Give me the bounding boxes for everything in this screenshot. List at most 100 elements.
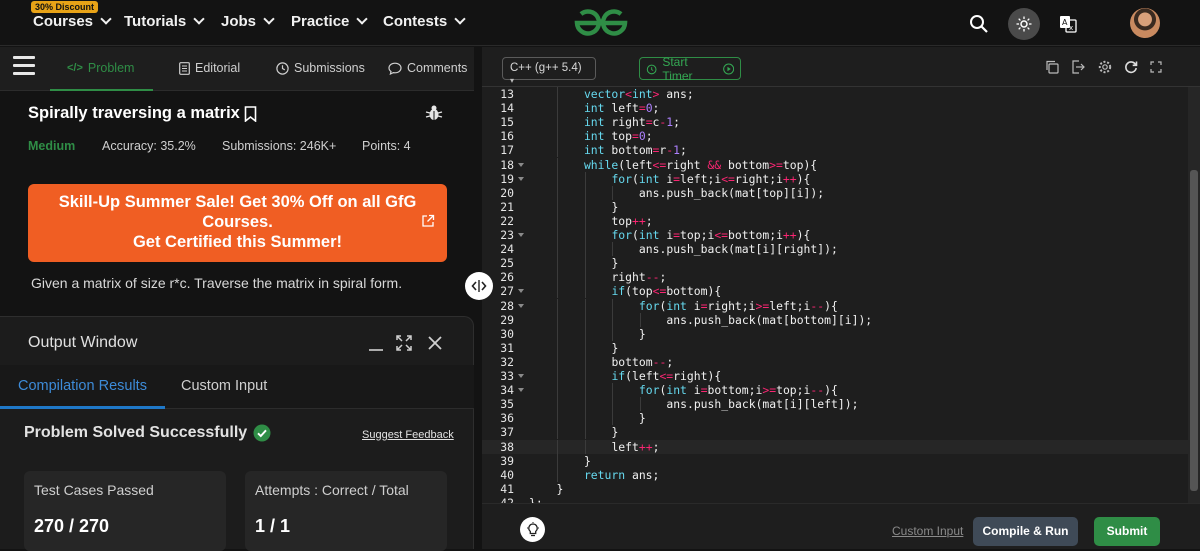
- code-line[interactable]: 14 int left=0;: [482, 101, 1188, 116]
- promo-banner[interactable]: Skill-Up Summer Sale! Get 30% Off on all…: [28, 184, 447, 262]
- code-line[interactable]: 18 while(left<=right && bottom>=top){: [482, 157, 1188, 172]
- suggest-feedback-link[interactable]: Suggest Feedback: [362, 429, 454, 441]
- bookmark-icon[interactable]: [244, 105, 257, 122]
- code-line[interactable]: 24 ans.push_back(mat[i][right]);: [482, 242, 1188, 257]
- tab-compilation-results[interactable]: Compilation Results: [18, 378, 147, 394]
- search-icon[interactable]: [963, 8, 995, 40]
- code-line[interactable]: 20 ans.push_back(mat[top][i]);: [482, 185, 1188, 200]
- code-line[interactable]: 21}: [482, 199, 1188, 214]
- attempts-card: Attempts : Correct / Total 1 / 1: [245, 471, 447, 551]
- indent-guide: [584, 199, 586, 214]
- avatar[interactable]: [1130, 8, 1160, 38]
- code-line[interactable]: 35 ans.push_back(mat[i][left]);: [482, 397, 1188, 412]
- tab-problem[interactable]: </> Problem: [67, 61, 134, 75]
- code-text: int bottom=r-1;: [583, 143, 687, 158]
- code-line[interactable]: 22 top++;: [482, 213, 1188, 228]
- theme-toggle-icon[interactable]: [1008, 8, 1040, 40]
- code-line[interactable]: 27 if(top<=bottom){: [482, 284, 1188, 299]
- code-line[interactable]: 13 vector<int> ans;: [482, 87, 1188, 102]
- fold-arrow-icon[interactable]: [518, 289, 524, 294]
- code-line[interactable]: 33 if(left<=right){: [482, 369, 1188, 384]
- code-text: }: [611, 425, 619, 440]
- resize-handle-icon[interactable]: [465, 272, 493, 300]
- indent-guide: [584, 411, 586, 426]
- fullscreen-icon[interactable]: [1148, 59, 1164, 75]
- nav-jobs[interactable]: Jobs: [221, 13, 275, 30]
- editor-scrollbar[interactable]: [1188, 87, 1200, 503]
- code-line[interactable]: 31}: [482, 340, 1188, 355]
- custom-input-link[interactable]: Custom Input: [892, 524, 963, 538]
- lightbulb-hint-icon[interactable]: [520, 517, 545, 542]
- nav-courses[interactable]: Courses: [33, 13, 112, 30]
- code-line[interactable]: 32 bottom--;: [482, 354, 1188, 369]
- gfg-logo-icon[interactable]: [571, 6, 631, 40]
- code-line[interactable]: 23 for(int i=top;i<=bottom;i++){: [482, 228, 1188, 243]
- close-icon[interactable]: [423, 331, 447, 355]
- line-number: 15: [500, 115, 514, 130]
- fold-arrow-icon[interactable]: [518, 303, 524, 308]
- translate-icon[interactable]: Ax: [1052, 8, 1084, 40]
- indent-guide: [557, 157, 559, 172]
- indent-guide: [557, 326, 559, 341]
- code-line[interactable]: 29 ans.push_back(mat[bottom][i]);: [482, 312, 1188, 327]
- code-line[interactable]: 30}: [482, 326, 1188, 341]
- nav-tutorials[interactable]: Tutorials: [124, 13, 205, 30]
- settings-gear-icon[interactable]: [1097, 59, 1113, 75]
- nav-contests[interactable]: Contests: [383, 13, 466, 30]
- code-line[interactable]: 40 return ans;: [482, 467, 1188, 482]
- code-line[interactable]: 17 int bottom=r-1;: [482, 143, 1188, 158]
- code-line[interactable]: 16 int top=0;: [482, 129, 1188, 144]
- fold-arrow-icon[interactable]: [518, 176, 524, 181]
- scrollbar-thumb[interactable]: [1190, 170, 1198, 491]
- tab-submissions[interactable]: Submissions: [276, 61, 365, 75]
- indent-guide: [557, 340, 559, 355]
- indent-guide: [639, 312, 641, 327]
- output-tabs: Compilation Results Custom Input: [0, 365, 474, 409]
- export-icon[interactable]: [1070, 59, 1086, 75]
- code-text: }: [611, 340, 619, 355]
- code-text: ans.push_back(mat[i][left]);: [666, 397, 859, 412]
- fold-arrow-icon[interactable]: [518, 374, 524, 378]
- indent-guide: [557, 354, 559, 369]
- indent-guide: [584, 369, 586, 384]
- tab-comments[interactable]: Comments: [388, 61, 467, 75]
- code-text: left++;: [611, 439, 660, 454]
- line-number: 29: [500, 312, 514, 327]
- code-line[interactable]: 37}: [482, 425, 1188, 440]
- line-number: 37: [500, 425, 514, 440]
- reset-icon[interactable]: [1123, 59, 1139, 75]
- code-line[interactable]: 38 left++;: [482, 439, 1188, 454]
- code-text: vector<int> ans;: [583, 87, 694, 101]
- code-line[interactable]: 26 right--;: [482, 270, 1188, 285]
- minimize-icon[interactable]: [364, 331, 388, 355]
- compile-run-button[interactable]: Compile & Run: [973, 517, 1078, 546]
- code-line[interactable]: 25}: [482, 256, 1188, 271]
- editor-toolbar: C++ (g++ 5.4) ▾ Start Timer: [482, 47, 1200, 87]
- code-line[interactable]: 19 for(int i=left;i<=right;i++){: [482, 171, 1188, 186]
- code-line[interactable]: 41}: [482, 482, 1188, 496]
- indent-guide: [584, 242, 586, 257]
- copy-icon[interactable]: [1044, 59, 1060, 75]
- expand-icon[interactable]: [392, 331, 416, 355]
- fold-arrow-icon[interactable]: [518, 162, 524, 167]
- code-text: int top=0;: [583, 129, 653, 144]
- code-line[interactable]: 39}: [482, 453, 1188, 468]
- code-line[interactable]: 28 for(int i=right;i>=left;i--){: [482, 298, 1188, 313]
- menu-icon[interactable]: [13, 56, 35, 75]
- code-area[interactable]: 13 vector<int> ans; 14 int left=0; 15 int rig…: [482, 87, 1188, 510]
- nav-practice[interactable]: Practice: [291, 13, 369, 30]
- bug-report-icon[interactable]: [425, 104, 443, 122]
- start-timer-button[interactable]: Start Timer: [639, 55, 741, 83]
- code-line[interactable]: 36}: [482, 411, 1188, 426]
- code-line[interactable]: 15 int right=c-1;: [482, 115, 1188, 130]
- language-select[interactable]: C++ (g++ 5.4) ▾: [502, 57, 596, 85]
- tab-editorial[interactable]: Editorial: [179, 61, 240, 75]
- submit-button[interactable]: Submit: [1094, 517, 1160, 546]
- indent-guide: [557, 242, 559, 257]
- line-number: 36: [500, 411, 514, 426]
- tab-custom-input[interactable]: Custom Input: [181, 378, 267, 394]
- code-text: for(int i=right;i>=left;i--){: [638, 298, 838, 313]
- code-line[interactable]: 34 for(int i=bottom;i>=top;i--){: [482, 383, 1188, 398]
- fold-arrow-icon[interactable]: [518, 388, 524, 393]
- fold-arrow-icon[interactable]: [518, 233, 524, 237]
